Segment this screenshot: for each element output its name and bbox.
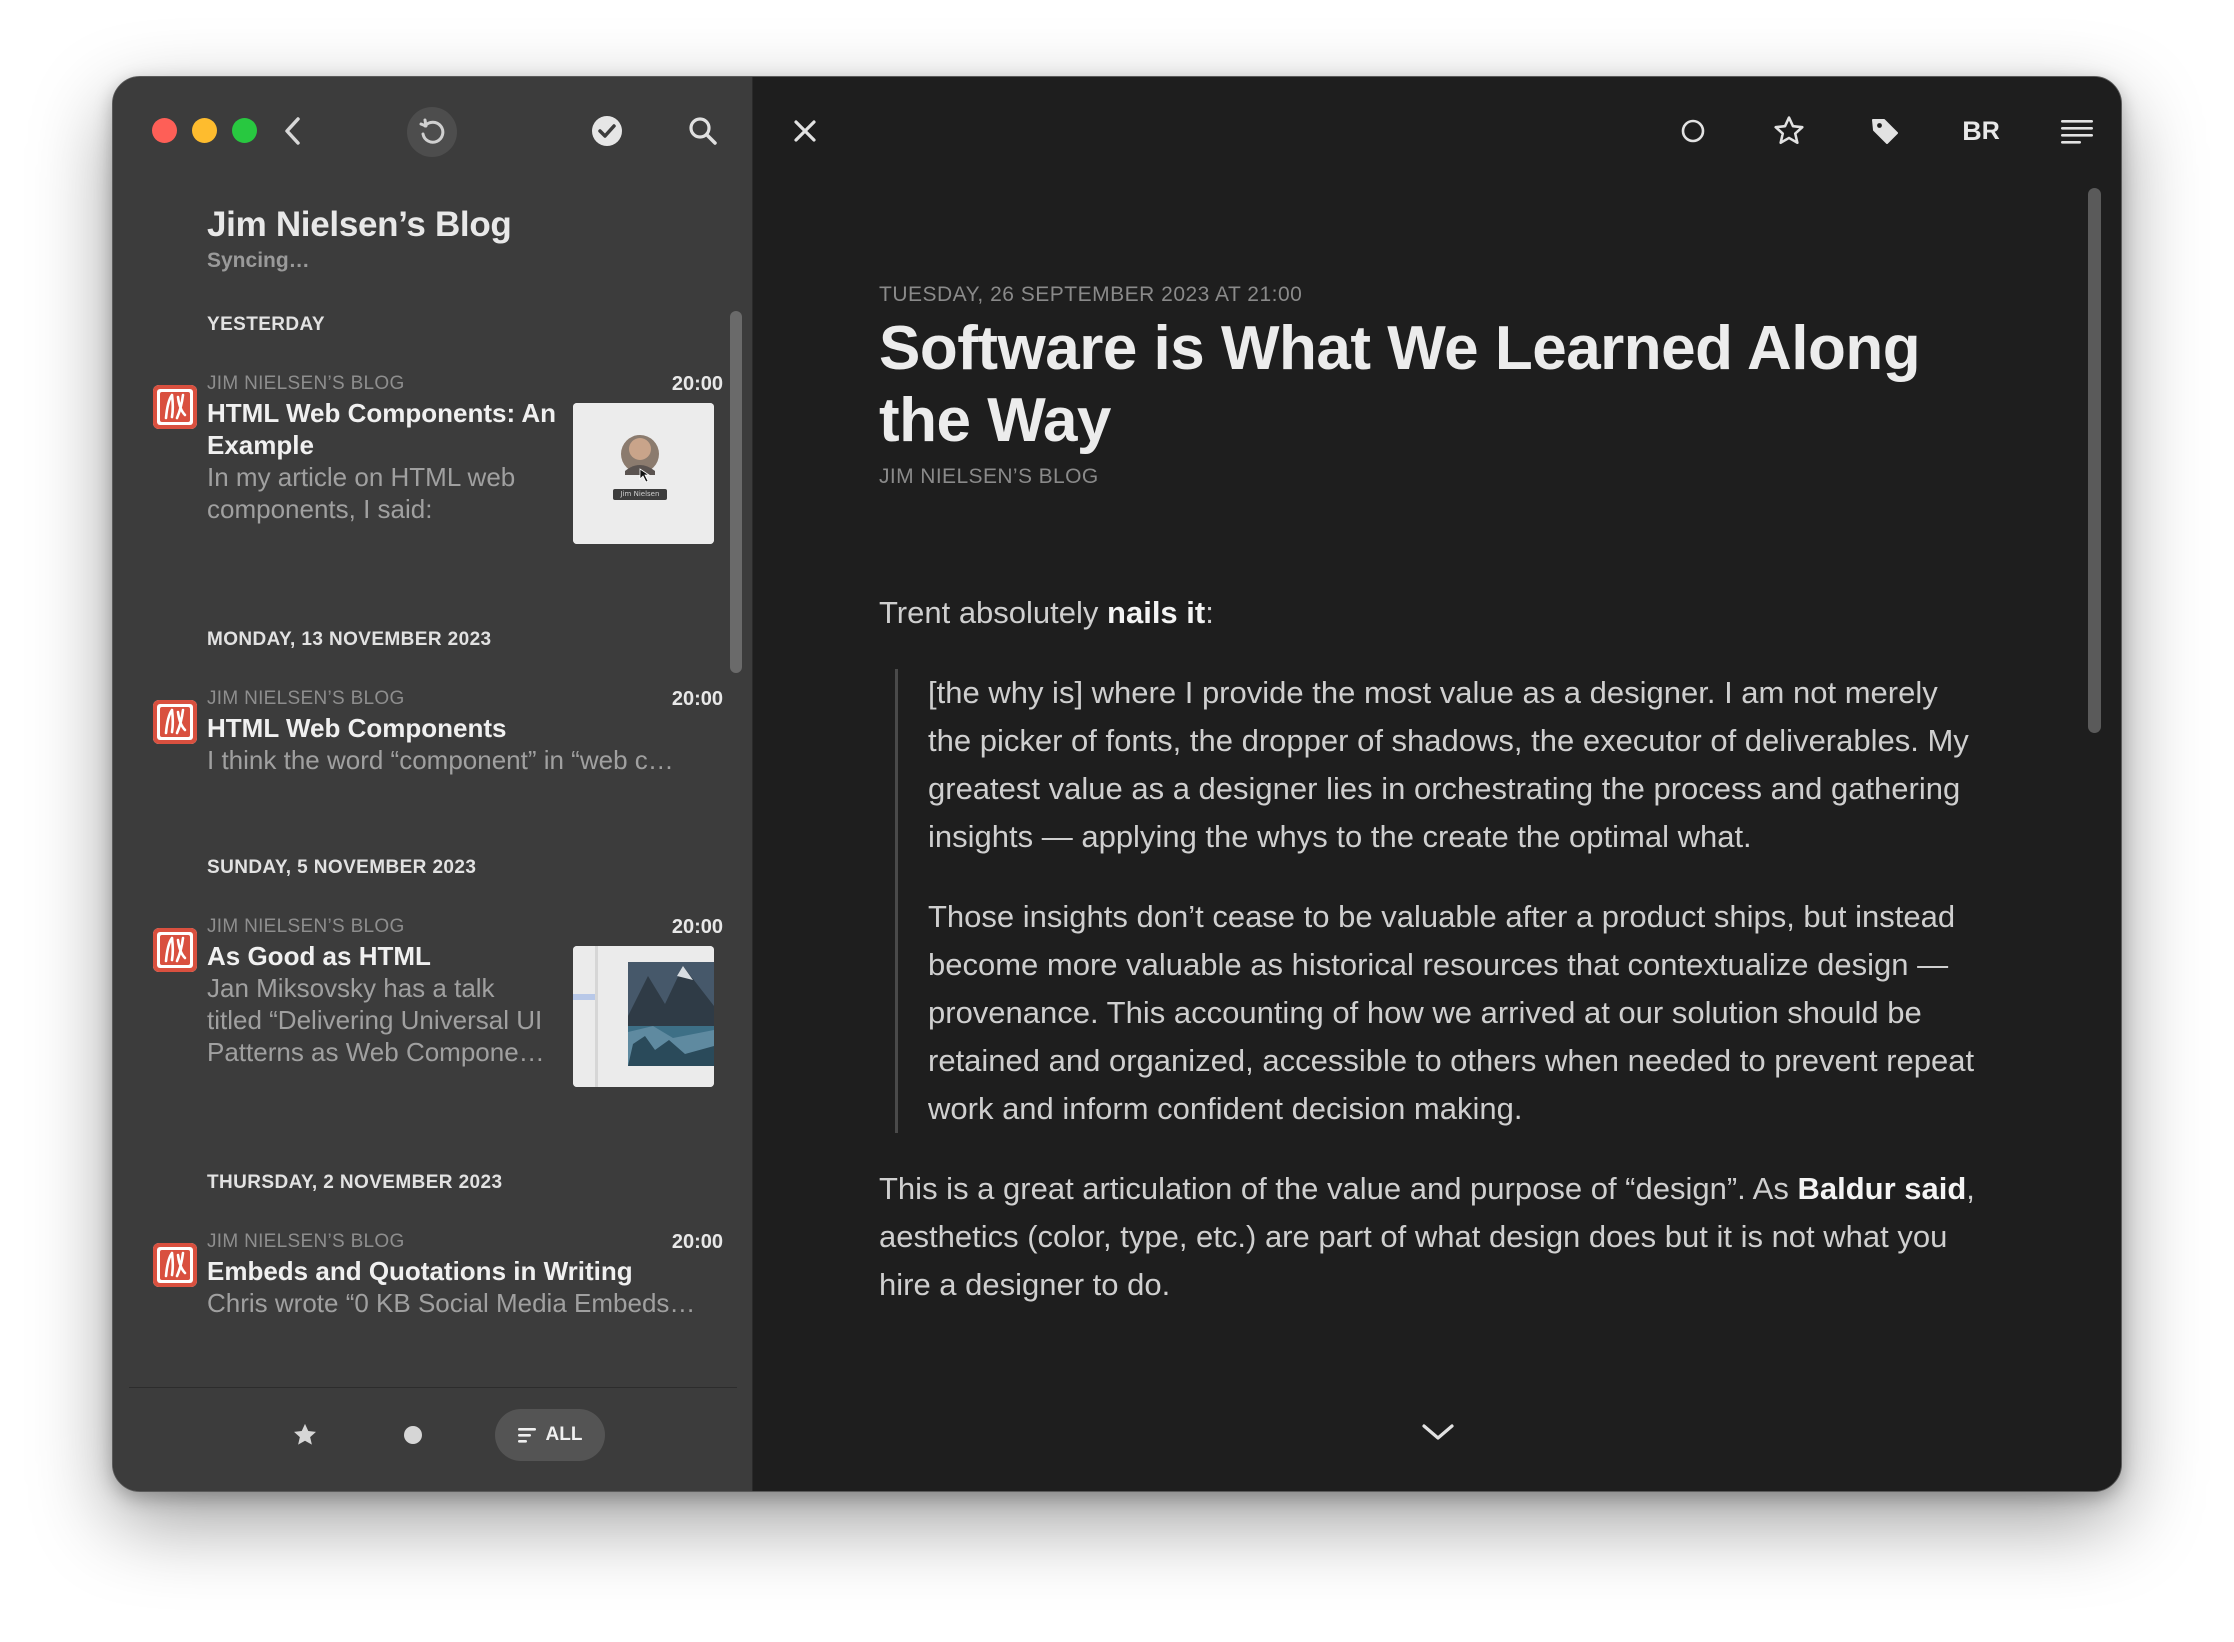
sidebar: Jim Nielsen’s Blog Syncing… YESTERDAY JI… [113, 77, 753, 1491]
reader-scrollbar[interactable] [2088, 188, 2101, 733]
article-time: 20:00 [671, 1231, 723, 1253]
checkmark-circle-icon [592, 116, 622, 146]
starred-filter-button[interactable] [285, 1415, 325, 1455]
list-scrollbar[interactable] [730, 311, 742, 673]
bionic-reading-r: R [1981, 116, 2000, 145]
article-excerpt: I think the word “component” in “web c… [207, 745, 674, 775]
search-button[interactable] [683, 111, 723, 151]
feed-favicon [153, 1243, 197, 1287]
article-title: As Good as HTML [207, 941, 431, 971]
article-thumbnail: Jim Nielsen [573, 403, 714, 544]
article-source: JIM NIELSEN’S BLOG [207, 1231, 405, 1252]
article-title: HTML Web Components [207, 713, 507, 743]
nails-it-link[interactable]: nails it [1107, 595, 1205, 630]
quote-paragraph: Those insights don’t cease to be valuabl… [928, 899, 1975, 1126]
bionic-reading-button[interactable]: BR [1955, 105, 2007, 157]
search-icon [689, 117, 717, 145]
article-list-item[interactable]: JIM NIELSEN’S BLOG 20:00 Embeds and Quot… [113, 1231, 723, 1351]
body-paragraph: This is a great articulation of the valu… [879, 1171, 1975, 1302]
quote-paragraph: [the why is] where I provide the most va… [928, 675, 1969, 854]
thumbnail-caption: Jim Nielsen [620, 490, 660, 498]
blog-logo-icon [153, 385, 197, 429]
unread-filter-button[interactable] [401, 1423, 425, 1447]
article-source: JIM NIELSEN’S BLOG [207, 373, 405, 394]
feed-title: Jim Nielsen’s Blog [207, 205, 512, 244]
app-window: Jim Nielsen’s Blog Syncing… YESTERDAY JI… [112, 76, 2122, 1492]
article-title: Embeds and Quotations in Writing [207, 1256, 633, 1286]
date-header: YESTERDAY [207, 314, 325, 335]
article-byline: JIM NIELSEN’S BLOG [879, 465, 1099, 488]
circle-outline-icon [1681, 119, 1705, 143]
article-date: TUESDAY, 26 SEPTEMBER 2023 AT 21:00 [879, 283, 1303, 306]
reader-pane: BR TUESDAY, 26 SEPTEMBER 2023 AT 21:00 S… [753, 77, 2121, 1491]
chevron-left-icon [285, 117, 300, 145]
article-thumbnail [573, 946, 714, 1087]
mark-all-read-button[interactable] [587, 111, 627, 151]
mark-unread-button[interactable] [1667, 105, 1719, 157]
close-icon [794, 120, 816, 142]
close-article-button[interactable] [779, 105, 831, 157]
article-list-item[interactable]: JIM NIELSEN’S BLOG 20:00 HTML Web Compon… [113, 688, 723, 808]
article-time: 20:00 [671, 688, 723, 710]
sidebar-divider [129, 1387, 737, 1388]
feed-favicon [153, 928, 197, 972]
date-header: THURSDAY, 2 NOVEMBER 2023 [207, 1172, 503, 1193]
feed-favicon [153, 700, 197, 744]
refresh-button[interactable] [407, 107, 457, 157]
article-excerpt: In my article on HTML web components, I … [207, 462, 516, 524]
text-lines-icon [2061, 120, 2093, 144]
article-time: 20:00 [671, 916, 723, 938]
all-filter-label: ALL [545, 1424, 583, 1445]
star-article-button[interactable] [1763, 105, 1815, 157]
blog-logo-icon [153, 928, 197, 972]
close-window-button[interactable] [152, 118, 177, 143]
landscape-photo-image [573, 946, 714, 1087]
article-content: TUESDAY, 26 SEPTEMBER 2023 AT 21:00 Soft… [879, 283, 1979, 1460]
article-list-item[interactable]: JIM NIELSEN’S BLOG 20:00 As Good as HTML… [113, 916, 723, 1116]
refresh-icon [419, 118, 445, 144]
article-list-item[interactable]: JIM NIELSEN’S BLOG 20:00 HTML Web Compon… [113, 373, 723, 633]
chevron-down-icon [1422, 1424, 1454, 1440]
article-time: 20:00 [671, 373, 723, 395]
intro-paragraph: Trent absolutely nails it: [879, 595, 1214, 630]
star-outline-icon [1774, 116, 1804, 145]
tag-article-button[interactable] [1859, 105, 1911, 157]
scroll-down-button[interactable] [1413, 1407, 1463, 1457]
zoom-window-button[interactable] [232, 118, 257, 143]
article-heading: Software is What We Learned Along the Wa… [879, 314, 1921, 455]
date-header: MONDAY, 13 NOVEMBER 2023 [207, 629, 492, 650]
article-title: HTML Web Components: An Example [207, 398, 557, 460]
tag-icon [1872, 119, 1898, 144]
sync-status: Syncing… [207, 249, 310, 272]
unread-dot-icon [404, 1426, 422, 1444]
feed-favicon [153, 385, 197, 429]
article-body: Trent absolutely nails it: [the why is] … [879, 589, 1979, 1309]
baldur-said-link[interactable]: Baldur said [1797, 1171, 1966, 1206]
minimize-window-button[interactable] [192, 118, 217, 143]
bionic-reading-b: B [1962, 115, 1982, 146]
article-excerpt: Jan Miksovsky has a talk titled “Deliver… [207, 973, 545, 1067]
author-photo-image [573, 403, 714, 544]
blog-logo-icon [153, 700, 197, 744]
blog-logo-icon [153, 1243, 197, 1287]
article-source: JIM NIELSEN’S BLOG [207, 916, 405, 937]
all-filter-button[interactable]: ALL [495, 1409, 605, 1461]
article-excerpt: Chris wrote “0 KB Social Media Embeds… [207, 1288, 696, 1318]
reader-view-button[interactable] [2051, 105, 2103, 157]
star-filled-icon [294, 1423, 316, 1445]
article-source: JIM NIELSEN’S BLOG [207, 688, 405, 709]
back-button[interactable] [273, 111, 313, 151]
date-header: SUNDAY, 5 NOVEMBER 2023 [207, 857, 477, 878]
blockquote: [the why is] where I provide the most va… [895, 669, 1979, 1133]
list-lines-icon [517, 1428, 536, 1443]
